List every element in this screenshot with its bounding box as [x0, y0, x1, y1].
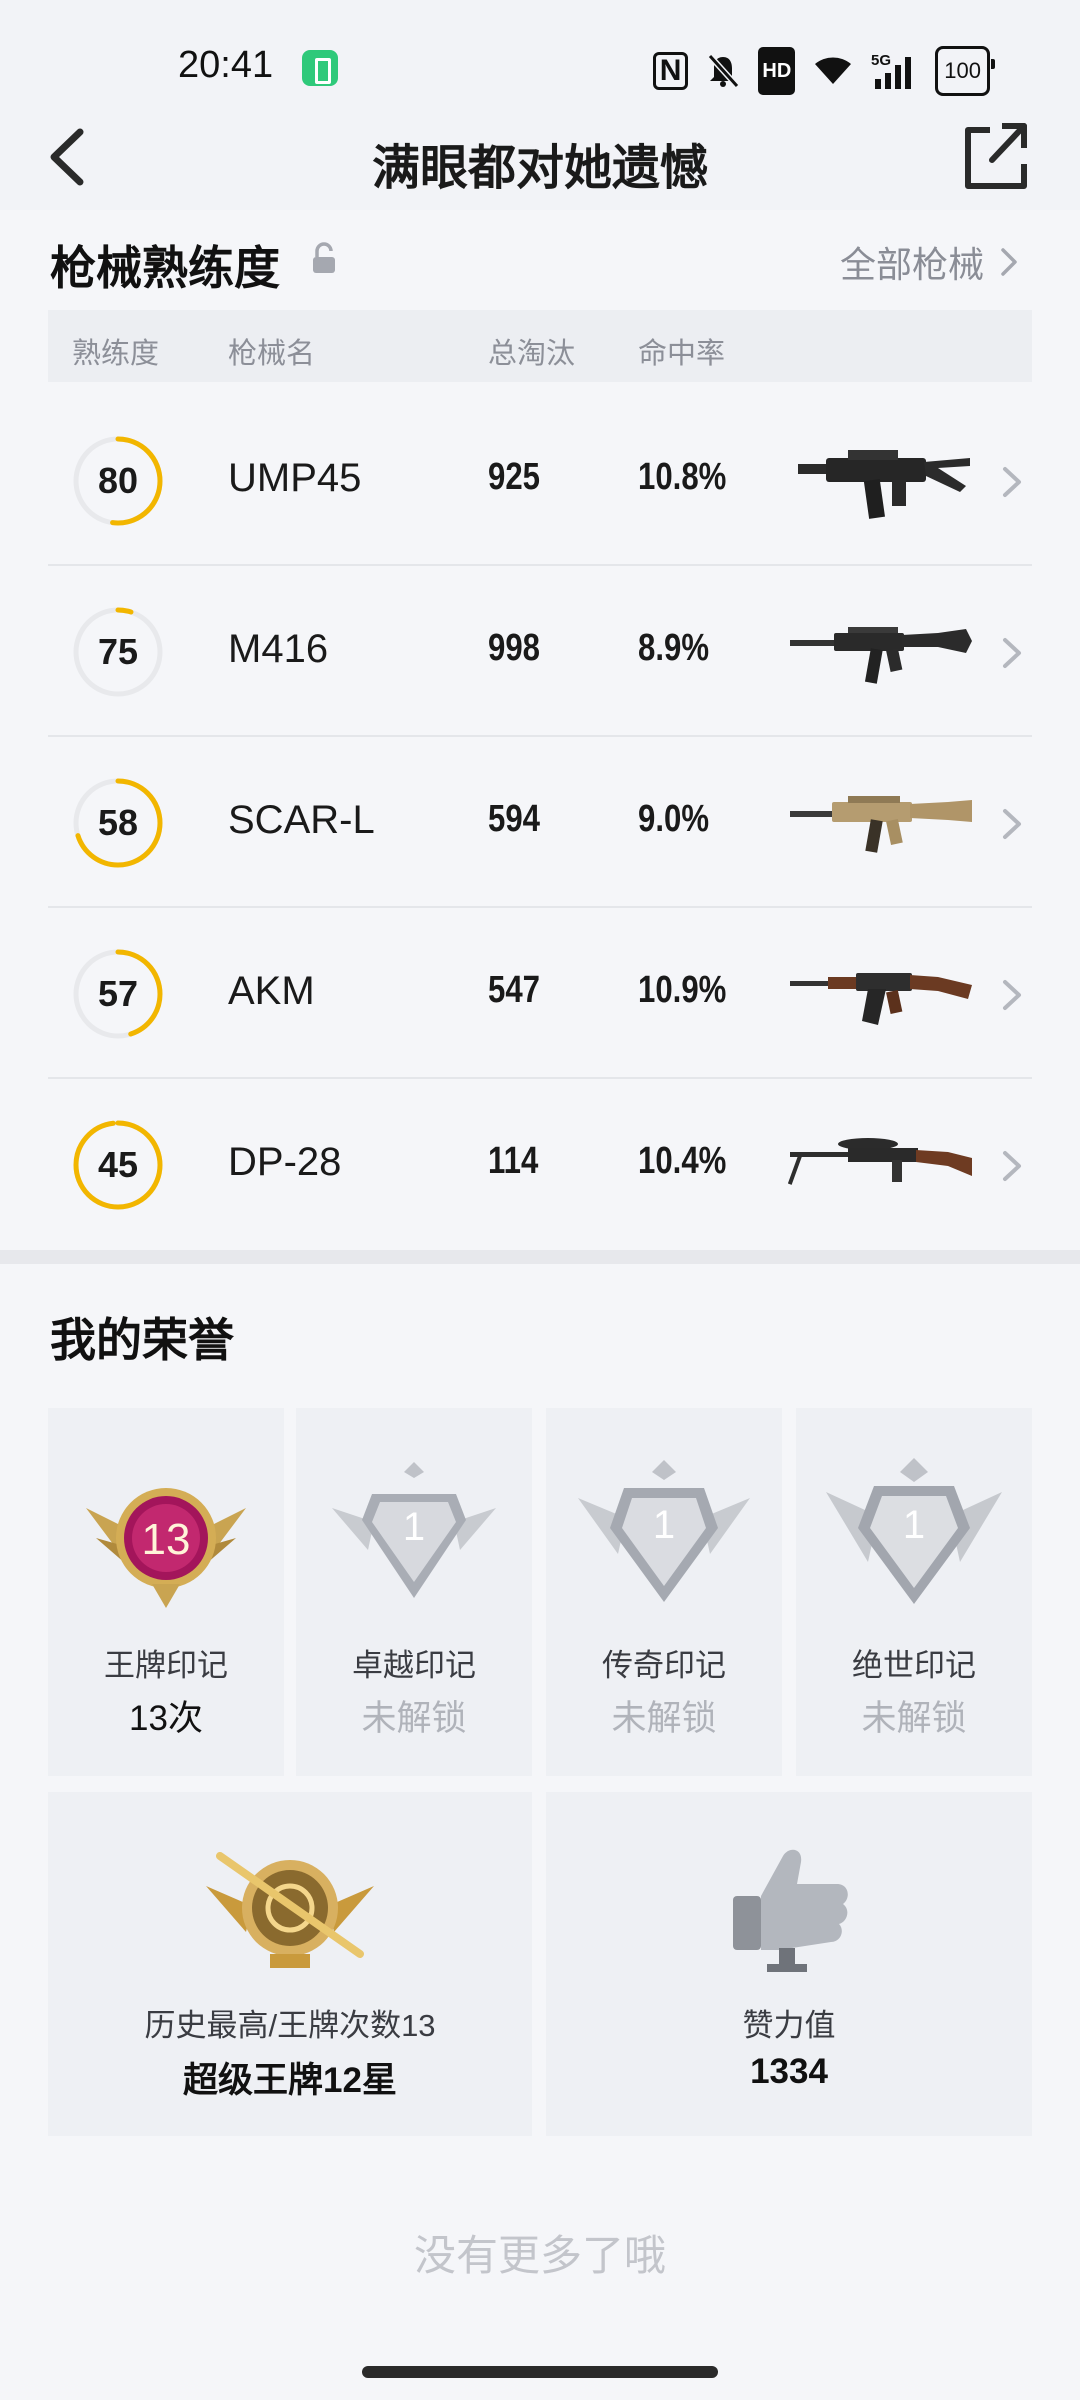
- dp-28-image: [788, 1138, 972, 1185]
- card-label: 传奇印记: [602, 1648, 726, 1683]
- column-header: 熟练度: [72, 338, 160, 370]
- card-value: 超级王牌12星: [183, 2061, 397, 2100]
- ump45-image: [798, 450, 970, 519]
- lock-icon[interactable]: [310, 242, 338, 276]
- card-value: 13次: [129, 1699, 203, 1738]
- ace-mark-badge-icon: 13: [86, 1488, 246, 1608]
- section-heading: 我的荣誉: [50, 1314, 234, 1366]
- akm-image: [790, 973, 972, 1025]
- weapon-hit-rate: 10.9%: [638, 969, 727, 1011]
- weapon-eliminations: 594: [488, 798, 540, 840]
- home-indicator[interactable]: [362, 2366, 718, 2378]
- legend-mark-card[interactable]: 1 传奇印记 未解锁: [546, 1408, 782, 1776]
- share-icon[interactable]: [962, 120, 1030, 192]
- badge-number: 13: [142, 1515, 191, 1564]
- weapon-name: AKM: [228, 969, 315, 1013]
- weapon-name: SCAR-L: [228, 798, 375, 842]
- weapon-hit-rate: 9.0%: [638, 798, 710, 840]
- weapon-row[interactable]: 80 UMP45 925 10.8%: [48, 396, 1032, 566]
- proficiency-value: 80: [97, 460, 139, 501]
- weapon-hit-rate: 8.9%: [638, 627, 710, 669]
- column-header: 命中率: [638, 338, 726, 370]
- m416-image: [790, 627, 972, 684]
- battery-icon: 100: [935, 46, 995, 96]
- proficiency-value: 57: [97, 973, 139, 1014]
- peerless-mark-card[interactable]: 1 绝世印记 未解锁: [796, 1408, 1032, 1776]
- proficiency-value: 75: [97, 631, 139, 672]
- column-header: 枪械名: [228, 338, 316, 370]
- wifi-icon: [815, 57, 852, 84]
- badge-number: 1: [403, 1505, 425, 1549]
- chevron-right-icon: [1003, 809, 1021, 839]
- header: 满眼都对她遗憾: [0, 110, 1080, 200]
- all-weapons-link[interactable]: 全部枪械: [840, 236, 1018, 288]
- weapon-name: UMP45: [228, 456, 362, 500]
- status-time: 20:41: [178, 44, 274, 86]
- weapon-eliminations: 998: [488, 627, 540, 669]
- weapon-hit-rate: 10.8%: [638, 456, 727, 498]
- weapon-name: M416: [228, 627, 329, 671]
- network-label: 5G: [871, 52, 891, 69]
- card-label: 绝世印记: [852, 1648, 976, 1683]
- chevron-right-icon: [1003, 467, 1021, 497]
- page-title: 满眼都对她遗憾: [371, 142, 708, 195]
- excellence-mark-card[interactable]: 1 卓越印记 未解锁: [296, 1408, 532, 1776]
- chevron-right-icon: [1003, 638, 1021, 668]
- card-label: 历史最高/王牌次数13: [144, 2008, 436, 2043]
- sniper-medal-icon: [206, 1852, 374, 1968]
- chevron-right-icon: [1003, 980, 1021, 1010]
- mute-icon: [708, 53, 740, 89]
- proficiency-value: 58: [97, 802, 139, 843]
- card-value: 未解锁: [361, 1699, 467, 1738]
- weapon-eliminations: 547: [488, 969, 540, 1011]
- ace-mark-card[interactable]: 13 王牌印记 13次: [48, 1408, 284, 1776]
- battery-saver-icon: [302, 50, 338, 86]
- proficiency-value: 45: [97, 1144, 139, 1185]
- weapon-eliminations: 114: [488, 1140, 539, 1182]
- weapon-eliminations: 925: [488, 456, 540, 498]
- weapon-hit-rate: 10.4%: [638, 1140, 727, 1182]
- weapon-row[interactable]: 45 DP-28 114 10.4%: [48, 1080, 1032, 1250]
- section-divider: [0, 1250, 1080, 1264]
- card-label: 卓越印记: [352, 1648, 476, 1683]
- chevron-right-icon: [1003, 1151, 1021, 1181]
- hd-icon: HD: [758, 47, 796, 95]
- thumbs-up-icon: [733, 1849, 848, 1972]
- badge-number: 1: [653, 1503, 675, 1547]
- weapon-name: DP-28: [228, 1140, 342, 1184]
- footer-note: 没有更多了哦: [413, 2232, 666, 2279]
- history-highest-card[interactable]: 历史最高/王牌次数13 超级王牌12星: [48, 1792, 532, 2136]
- excellence-mark-badge-icon: 1: [332, 1462, 496, 1598]
- card-value: 未解锁: [611, 1699, 717, 1738]
- card-value: 未解锁: [861, 1699, 967, 1738]
- chevron-right-icon: [1001, 248, 1017, 276]
- column-header: 总淘汰: [488, 338, 576, 370]
- peerless-mark-badge-icon: 1: [826, 1458, 1002, 1604]
- status-icons: N HD 5G 100: [652, 46, 995, 96]
- likes-card[interactable]: 赞力值 1334: [546, 1792, 1032, 2136]
- card-value: 1334: [750, 2052, 828, 2091]
- section-heading: 枪械熟练度: [50, 242, 280, 294]
- weapon-proficiency-section: 枪械熟练度 全部枪械 熟练度 枪械名 总淘汰 命中率 80 UMP45 925 …: [0, 210, 1080, 1250]
- legend-mark-badge-icon: 1: [578, 1460, 750, 1602]
- table-header: 熟练度 枪械名 总淘汰 命中率: [48, 310, 1032, 382]
- signal-icon: 5G: [871, 52, 912, 89]
- nfc-icon: N: [652, 52, 689, 90]
- scar-l-image: [790, 796, 972, 853]
- all-weapons-label: 全部枪械: [839, 244, 984, 285]
- card-label: 赞力值: [742, 2008, 836, 2043]
- weapon-row[interactable]: 75 M416 998 8.9%: [48, 567, 1032, 737]
- weapon-row[interactable]: 58 SCAR-L 594 9.0%: [48, 738, 1032, 908]
- card-label: 王牌印记: [104, 1648, 228, 1683]
- badge-number: 1: [903, 1503, 925, 1547]
- weapon-row[interactable]: 57 AKM 547 10.9%: [48, 909, 1032, 1079]
